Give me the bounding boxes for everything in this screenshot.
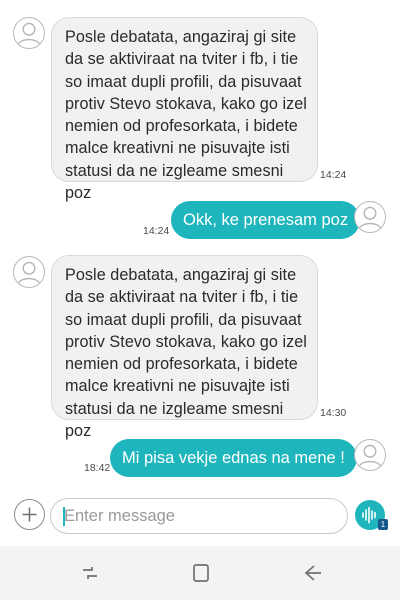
back-button[interactable] bbox=[300, 561, 324, 585]
person-icon bbox=[358, 444, 382, 468]
back-icon bbox=[304, 565, 321, 581]
contact-avatar[interactable] bbox=[13, 256, 45, 288]
my-avatar[interactable] bbox=[354, 439, 386, 471]
attach-button[interactable] bbox=[14, 499, 45, 530]
home-icon bbox=[193, 564, 209, 582]
my-avatar[interactable] bbox=[354, 201, 386, 233]
person-icon bbox=[358, 206, 382, 230]
recents-button[interactable] bbox=[78, 561, 102, 585]
text-cursor bbox=[63, 507, 65, 526]
recent-apps-icon bbox=[83, 567, 97, 579]
message-timestamp: 14:24 bbox=[320, 169, 347, 181]
outgoing-message-bubble[interactable]: Mi pisa vekje ednas na mene ! bbox=[110, 439, 357, 477]
message-input[interactable] bbox=[50, 498, 348, 534]
navigation-bar bbox=[0, 546, 400, 600]
message-timestamp: 18:42 bbox=[84, 462, 111, 474]
incoming-message-bubble[interactable]: Posle debatata, angaziraj gi site da se … bbox=[51, 17, 318, 202]
person-icon bbox=[17, 22, 41, 46]
compose-bar: 1 bbox=[0, 494, 400, 542]
incoming-message-bubble[interactable]: Posle debatata, angaziraj gi site da se … bbox=[51, 255, 318, 440]
person-icon bbox=[17, 261, 41, 285]
contact-avatar[interactable] bbox=[13, 17, 45, 49]
message-timestamp: 14:30 bbox=[320, 407, 347, 419]
plus-icon bbox=[22, 507, 37, 522]
home-button[interactable] bbox=[189, 561, 213, 585]
sim-badge: 1 bbox=[378, 519, 388, 530]
outgoing-message-bubble[interactable]: Okk, ke prenesam poz bbox=[171, 201, 361, 239]
message-timestamp: 14:24 bbox=[143, 225, 170, 237]
